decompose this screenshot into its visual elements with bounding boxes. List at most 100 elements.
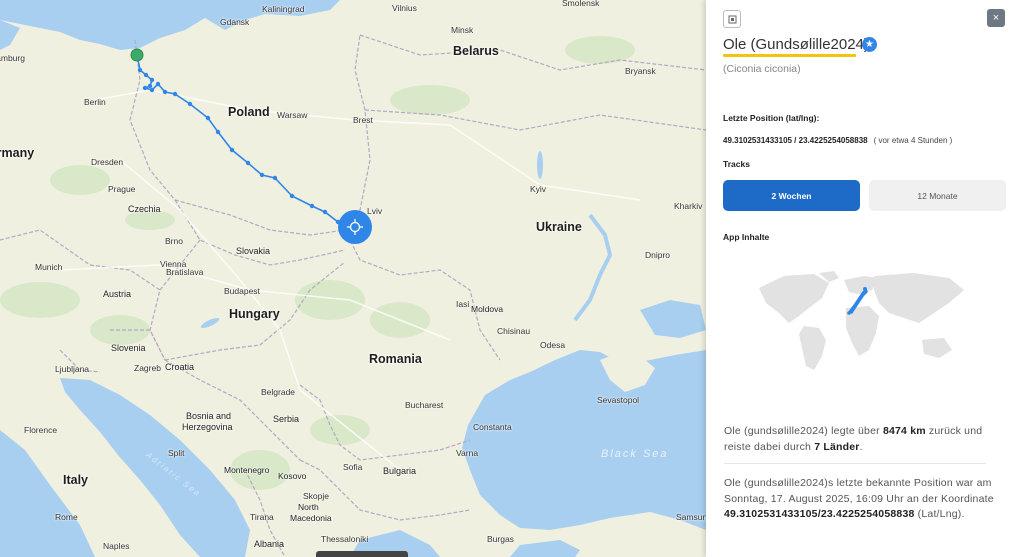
distance-summary: Ole (gundsølille2024) legte über 8474 km… bbox=[724, 424, 994, 455]
baltic-sea-west bbox=[0, 20, 20, 50]
lake-balaton bbox=[200, 317, 220, 329]
city-label: Lviv bbox=[367, 206, 383, 216]
marmara bbox=[510, 540, 580, 557]
city-label: Thessaloniki bbox=[321, 534, 369, 544]
country-label: Poland bbox=[228, 105, 270, 119]
tyrrhenian-sea bbox=[0, 430, 95, 557]
city-label: Budapest bbox=[224, 286, 260, 296]
bird-name: Ole (Gundsølille2024) bbox=[723, 36, 869, 53]
city-label: Prague bbox=[108, 184, 136, 194]
app-root: Belarus Poland Czechia Ukraine Slovakia … bbox=[0, 0, 1024, 557]
app-content-heading: App Inhalte bbox=[723, 232, 770, 242]
country-label: Macedonia bbox=[290, 513, 332, 523]
city-label: Constanta bbox=[473, 422, 512, 432]
city-label: Munich bbox=[35, 262, 63, 272]
country-label: Slovakia bbox=[236, 246, 271, 256]
country-label: Albania bbox=[254, 539, 285, 549]
country-label: Belarus bbox=[453, 44, 499, 58]
city-label: Belgrade bbox=[261, 387, 296, 397]
country-label: Italy bbox=[63, 473, 89, 487]
position-heading: Letzte Position (lat/lng): bbox=[723, 113, 820, 123]
city-label: Chisinau bbox=[497, 326, 531, 336]
info-panel: × Ole (Gundsølille2024) ★ (Ciconia cicon… bbox=[706, 0, 1024, 557]
close-button[interactable]: × bbox=[987, 9, 1005, 27]
last-coordinate: 49.3102531433105/23.4225254058838 bbox=[724, 508, 915, 520]
country-label: Croatia bbox=[165, 362, 195, 372]
country-label: Romania bbox=[369, 352, 422, 366]
city-label: Smolensk bbox=[562, 0, 600, 8]
city-label: Odesa bbox=[540, 340, 566, 350]
start-marker[interactable] bbox=[130, 48, 144, 62]
city-label: Gdansk bbox=[220, 17, 250, 27]
species-name: (Ciconia ciconia) bbox=[723, 63, 801, 75]
summary-text: Ole (gundsølille2024) legte über bbox=[724, 425, 883, 437]
country-label: Ukraine bbox=[536, 220, 582, 234]
sea-label: Black Sea bbox=[601, 448, 669, 460]
city-label: Bratislava bbox=[166, 267, 204, 277]
time-since: ( vor etwa 4 Stunden ) bbox=[873, 136, 953, 145]
country-label: Moldova bbox=[471, 304, 504, 314]
name-underline bbox=[723, 54, 856, 57]
black-sea bbox=[462, 350, 706, 530]
city-label: Ljubljana bbox=[55, 364, 90, 374]
map-view[interactable]: Belarus Poland Czechia Ukraine Slovakia … bbox=[0, 0, 706, 557]
city-label: Sevastopol bbox=[597, 395, 640, 405]
city-label: Zagreb bbox=[134, 363, 161, 373]
country-label: North bbox=[298, 502, 319, 512]
city-label: Berlin bbox=[84, 97, 106, 107]
close-icon: × bbox=[992, 12, 1000, 24]
world-continents bbox=[759, 271, 964, 370]
country-label: Montenegro bbox=[224, 465, 270, 475]
country-label: Bulgaria bbox=[383, 466, 417, 476]
city-label: Dresden bbox=[91, 157, 124, 167]
country-label: Herzegovina bbox=[182, 422, 233, 432]
city-label: Burgas bbox=[487, 534, 514, 544]
city-label: Florence bbox=[24, 425, 58, 435]
country-label: Kosovo bbox=[278, 471, 307, 481]
last-position-text: Ole (gundsølille2024)s letzte bekannte P… bbox=[724, 477, 994, 505]
city-label: Kharkiv bbox=[674, 201, 703, 211]
country-label: Germany bbox=[0, 146, 35, 160]
city-label: Minsk bbox=[451, 25, 474, 35]
city-label: Naples bbox=[103, 541, 130, 551]
city-label: Bucharest bbox=[405, 400, 444, 410]
city-label: Kyiv bbox=[530, 184, 547, 194]
divider bbox=[724, 463, 986, 464]
city-label: Sofia bbox=[343, 462, 363, 472]
city-label: Bryansk bbox=[625, 66, 656, 76]
country-label: Bosnia and bbox=[186, 411, 232, 421]
city-label: Hamburg bbox=[0, 53, 25, 63]
city-label: Vilnius bbox=[392, 3, 417, 13]
city-label: Warsaw bbox=[277, 110, 308, 120]
tab-2-weeks[interactable]: 2 Wochen bbox=[723, 180, 860, 211]
city-label: Split bbox=[168, 448, 185, 458]
countries-count: 7 Länder bbox=[814, 440, 860, 453]
country-label: Austria bbox=[103, 289, 132, 299]
star-badge-icon: ★ bbox=[862, 37, 877, 52]
city-label: Tirana bbox=[250, 512, 274, 522]
adriatic-sea bbox=[60, 378, 250, 557]
coordinates-value: 49.3102531433105 / 23.4225254058838 bbox=[723, 136, 868, 145]
city-label: Dnipro bbox=[645, 250, 671, 260]
map-canvas bbox=[0, 0, 706, 557]
copy-icon bbox=[728, 15, 736, 23]
drag-handle[interactable] bbox=[316, 551, 408, 557]
country-label: Serbia bbox=[273, 414, 300, 424]
city-label: Rome bbox=[55, 512, 78, 522]
sea-of-azov bbox=[640, 300, 706, 338]
coordinates-row: 49.3102531433105 / 23.4225254058838 ( vor… bbox=[723, 136, 952, 145]
tab-12-months[interactable]: 12 Monate bbox=[869, 180, 1006, 211]
city-label: Varna bbox=[456, 448, 479, 458]
last-position-text: (Lat/Lng). bbox=[914, 508, 965, 520]
city-label: Samsun bbox=[676, 512, 706, 522]
city-label: Skopje bbox=[303, 491, 329, 501]
copy-button[interactable] bbox=[723, 10, 741, 28]
country-label: Czechia bbox=[128, 204, 161, 214]
distance-value: 8474 km bbox=[882, 425, 926, 437]
city-label: Brno bbox=[165, 236, 183, 246]
kyiv-reservoir bbox=[537, 151, 543, 179]
summary-text: . bbox=[859, 440, 863, 453]
tracks-heading: Tracks bbox=[723, 159, 750, 169]
world-map-thumbnail[interactable] bbox=[754, 268, 974, 378]
country-label: Slovenia bbox=[111, 343, 146, 353]
